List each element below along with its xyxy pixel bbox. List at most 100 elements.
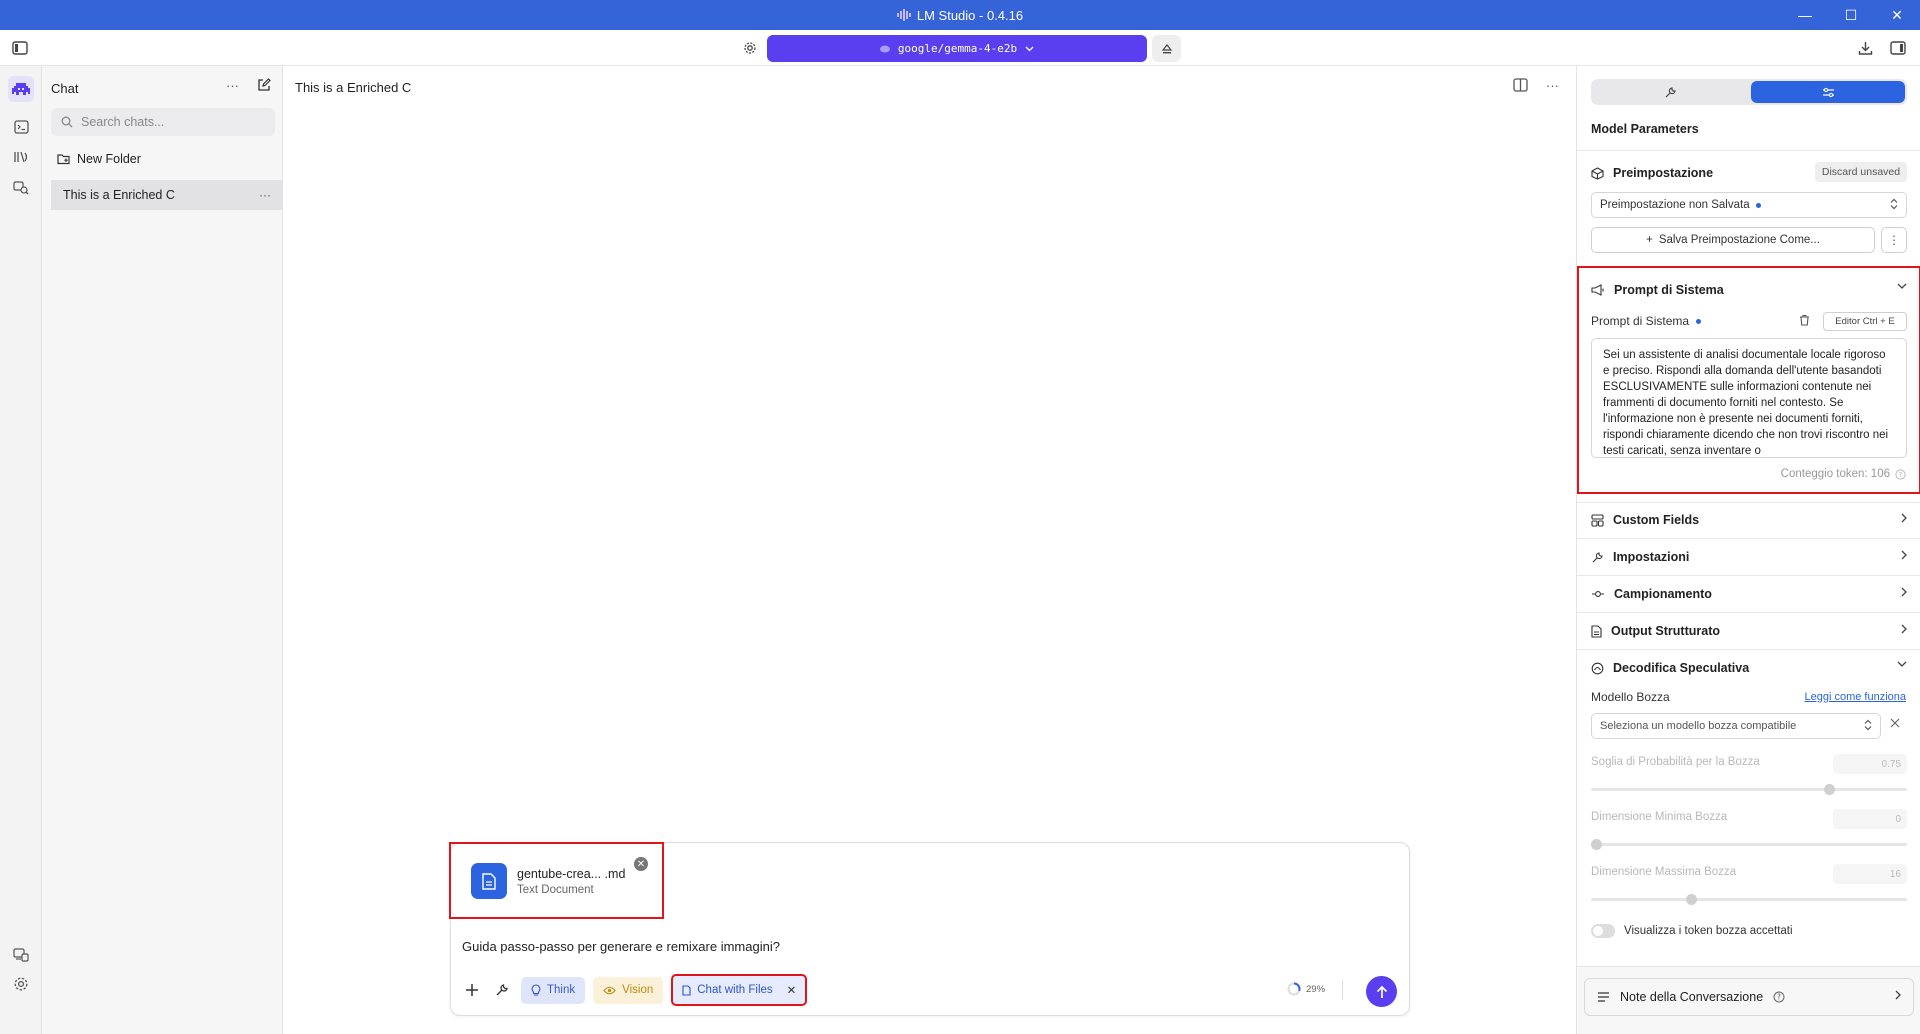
preset-select[interactable]: Preimpostazione non Salvata bbox=[1591, 192, 1907, 218]
clear-draft-model-icon[interactable] bbox=[1890, 718, 1900, 728]
message-composer: gentube-crea... .md Text Document ✕ Guid… bbox=[449, 842, 1410, 1016]
chat-list-item[interactable]: This is a Enriched C ··· bbox=[51, 180, 283, 210]
rail-discover-button[interactable] bbox=[8, 174, 34, 200]
preset-selected: Preimpostazione non Salvata bbox=[1600, 199, 1750, 211]
open-editor-button[interactable]: Editor Ctrl + E bbox=[1823, 312, 1907, 331]
slider-knob[interactable] bbox=[1686, 894, 1697, 905]
attachment-name: gentube-crea... .md bbox=[517, 866, 626, 881]
max-size-value[interactable]: 16 bbox=[1833, 864, 1907, 884]
settings-gear-button[interactable] bbox=[737, 35, 763, 61]
window-title-text: LM Studio - 0.4.16 bbox=[916, 7, 1024, 23]
slider-knob[interactable] bbox=[1824, 784, 1835, 795]
show-draft-tokens-toggle[interactable] bbox=[1591, 924, 1615, 938]
prob-threshold-value[interactable]: 0.75 bbox=[1833, 754, 1907, 774]
tab-parameters[interactable] bbox=[1751, 81, 1905, 103]
token-count-text: Conteggio token: 106 bbox=[1780, 468, 1890, 480]
chat-more-button[interactable]: ··· bbox=[1546, 78, 1559, 93]
eye-icon bbox=[603, 986, 616, 994]
panel-heading: Model Parameters bbox=[1591, 122, 1699, 136]
attachment-card[interactable]: gentube-crea... .md Text Document bbox=[471, 863, 625, 899]
rail-settings-button[interactable] bbox=[8, 971, 34, 997]
vision-toggle[interactable]: Vision bbox=[593, 976, 664, 1004]
rail-models-button[interactable] bbox=[8, 144, 34, 170]
new-chat-button[interactable] bbox=[257, 78, 271, 92]
rail-developer-button[interactable] bbox=[8, 114, 34, 140]
system-prompt-textarea[interactable]: Sei un assistente di analisi documentale… bbox=[1591, 338, 1907, 458]
send-button[interactable] bbox=[1366, 976, 1397, 1007]
prob-threshold-slider[interactable] bbox=[1591, 784, 1907, 795]
terminal-icon bbox=[13, 120, 29, 134]
section-system-prompt[interactable]: Prompt di Sistema bbox=[1591, 279, 1909, 301]
min-size-label: Dimensione Minima Bozza bbox=[1591, 811, 1728, 823]
chevron-right-icon bbox=[1901, 550, 1907, 560]
min-size-value[interactable]: 0 bbox=[1833, 809, 1907, 829]
rail-hardware-button[interactable] bbox=[8, 942, 34, 968]
split-view-button[interactable] bbox=[1513, 78, 1528, 92]
discard-unsaved-button[interactable]: Discard unsaved bbox=[1815, 162, 1907, 182]
search-icon bbox=[61, 116, 73, 128]
sliders-icon bbox=[1822, 87, 1834, 97]
model-selector[interactable]: google/gemma-4-e2b bbox=[767, 35, 1147, 62]
tab-tools[interactable] bbox=[1591, 79, 1749, 105]
edit-icon bbox=[258, 78, 271, 91]
search-input[interactable] bbox=[81, 115, 251, 129]
toggle-right-panel-button[interactable] bbox=[1885, 35, 1911, 61]
updown-chevron-icon bbox=[1890, 198, 1898, 210]
remove-attachment-icon[interactable]: ✕ bbox=[634, 857, 648, 871]
draft-model-label: Modello Bozza bbox=[1591, 690, 1670, 704]
new-folder-button[interactable]: New Folder bbox=[57, 152, 141, 166]
conversation-notes-button[interactable]: Note della Conversazione ? bbox=[1584, 978, 1914, 1016]
chat-with-files-label: Chat with Files bbox=[697, 984, 773, 996]
section-campionamento[interactable]: Campionamento bbox=[1591, 583, 1909, 605]
file-icon bbox=[682, 984, 691, 996]
prompt-input[interactable]: Guida passo-passo per generare e remixar… bbox=[462, 939, 780, 954]
window-title: LM Studio - 0.4.16 bbox=[896, 7, 1024, 23]
save-preset-button[interactable]: + Salva Preimpostazione Come... bbox=[1591, 227, 1875, 253]
think-toggle[interactable]: Think bbox=[521, 976, 586, 1004]
output-title: Output Strutturato bbox=[1611, 624, 1721, 638]
section-custom-fields[interactable]: Custom Fields bbox=[1591, 509, 1909, 531]
chat-item-more-icon[interactable]: ··· bbox=[259, 188, 271, 202]
model-parameters-panel: Model Parameters Preimpostazione Discard… bbox=[1576, 66, 1920, 1034]
min-size-slider[interactable] bbox=[1591, 839, 1907, 850]
help-icon[interactable]: ? bbox=[1773, 991, 1785, 1003]
section-impostazioni[interactable]: Impostazioni bbox=[1591, 546, 1909, 568]
vision-label: Vision bbox=[622, 984, 654, 996]
maximize-button[interactable]: ☐ bbox=[1828, 0, 1874, 30]
chevron-down-icon bbox=[1897, 283, 1907, 289]
title-bar: LM Studio - 0.4.16 — ☐ ✕ bbox=[0, 0, 1920, 30]
remove-chip-icon[interactable]: ✕ bbox=[787, 983, 797, 997]
eject-model-button[interactable] bbox=[1152, 35, 1181, 62]
send-separator bbox=[1342, 980, 1343, 1000]
context-usage: 29% bbox=[1287, 982, 1325, 996]
clear-prompt-button[interactable] bbox=[1799, 314, 1810, 326]
speculative-title: Decodifica Speculativa bbox=[1613, 661, 1750, 675]
max-size-slider[interactable] bbox=[1591, 894, 1907, 905]
draft-model-select[interactable]: Seleziona un modello bozza compatibile bbox=[1591, 713, 1881, 739]
section-decodifica-speculativa[interactable]: Decodifica Speculativa bbox=[1591, 657, 1909, 679]
app-logo-icon bbox=[896, 9, 911, 21]
toggle-sidebar-button[interactable] bbox=[7, 35, 33, 61]
more-options-icon[interactable]: ··· bbox=[226, 78, 239, 93]
wrench-icon bbox=[1665, 86, 1676, 97]
minimize-button[interactable]: — bbox=[1782, 0, 1828, 30]
divider bbox=[1577, 612, 1920, 613]
add-attachment-button[interactable] bbox=[461, 979, 483, 1001]
preset-title: Preimpostazione bbox=[1613, 166, 1714, 180]
tools-button[interactable] bbox=[491, 979, 513, 1001]
model-name: google/gemma-4-e2b bbox=[897, 42, 1018, 55]
system-prompt-title: Prompt di Sistema bbox=[1614, 283, 1724, 297]
chevron-right-icon bbox=[1901, 513, 1907, 523]
section-output-strutturato[interactable]: Output Strutturato bbox=[1591, 620, 1909, 642]
search-chats[interactable] bbox=[51, 108, 275, 136]
slider-knob[interactable] bbox=[1591, 839, 1602, 850]
rail-chat-button[interactable] bbox=[8, 76, 34, 102]
learn-how-link[interactable]: Leggi come funziona bbox=[1804, 691, 1906, 703]
chat-with-files-chip[interactable]: Chat with Files ✕ bbox=[671, 974, 808, 1006]
preset-more-button[interactable]: ⋮ bbox=[1881, 227, 1907, 253]
download-button[interactable] bbox=[1852, 35, 1878, 61]
split-view-icon bbox=[1513, 78, 1528, 92]
panel-tabs bbox=[1591, 79, 1907, 105]
help-icon[interactable]: ? bbox=[1895, 468, 1906, 480]
close-button[interactable]: ✕ bbox=[1874, 0, 1920, 30]
